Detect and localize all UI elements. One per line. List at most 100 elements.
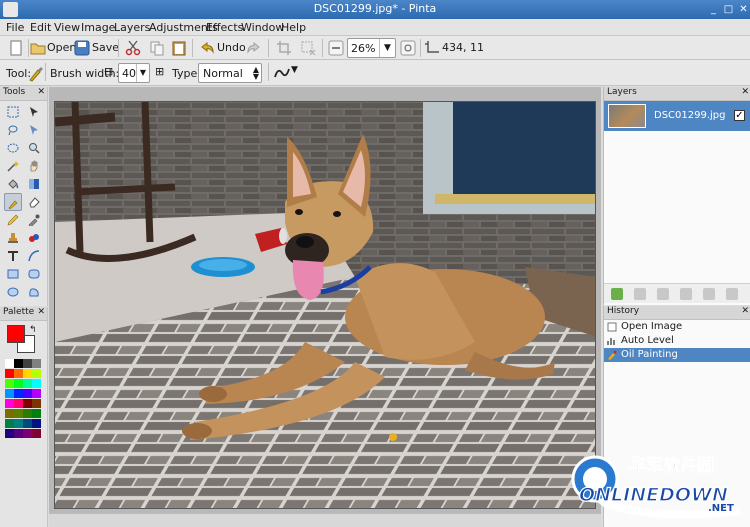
menu-help[interactable]: Help: [281, 21, 306, 34]
history-item[interactable]: Open Image: [604, 320, 750, 334]
primary-color-swatch[interactable]: [7, 325, 25, 343]
new-file-icon[interactable]: [8, 40, 24, 56]
pan-tool[interactable]: [25, 157, 43, 175]
brush-width-increase-icon[interactable]: ⊞: [155, 65, 164, 78]
palette-swatch[interactable]: [32, 409, 41, 418]
line-curve-tool[interactable]: [25, 247, 43, 265]
menu-effects[interactable]: Effects: [206, 21, 243, 34]
duplicate-layer-icon[interactable]: [657, 288, 669, 300]
redo-icon[interactable]: [246, 40, 262, 56]
rectangle-select-tool[interactable]: [4, 103, 22, 121]
palette-swatch[interactable]: [14, 379, 23, 388]
palette-swatch[interactable]: [5, 369, 14, 378]
history-item[interactable]: Auto Level: [604, 334, 750, 348]
save-button[interactable]: Save: [92, 41, 119, 54]
freeform-shape-tool[interactable]: [25, 283, 43, 301]
palette-swatch[interactable]: [5, 399, 14, 408]
palette-swatch[interactable]: [5, 409, 14, 418]
antialiasing-icon[interactable]: [274, 65, 290, 81]
pencil-tool[interactable]: [4, 211, 22, 229]
undo-icon[interactable]: [199, 40, 215, 56]
brush-width-combobox[interactable]: 40 ▼: [118, 63, 150, 83]
palette-swatch[interactable]: [14, 359, 23, 368]
palette-swatch[interactable]: [23, 429, 32, 438]
close-icon[interactable]: ✕: [37, 87, 45, 97]
undo-button[interactable]: Undo: [217, 41, 246, 54]
rectangle-tool[interactable]: [4, 265, 22, 283]
brush-type-combobox[interactable]: Normal ▲ ▼: [198, 63, 262, 83]
close-icon[interactable]: ✕: [737, 3, 750, 16]
zoom-in-icon[interactable]: [400, 40, 416, 56]
palette-swatch[interactable]: [23, 409, 32, 418]
chevron-down-icon[interactable]: ▼: [291, 65, 298, 75]
ellipse-tool[interactable]: [4, 283, 22, 301]
paste-icon[interactable]: [171, 40, 187, 56]
palette-swatch[interactable]: [32, 379, 41, 388]
recolor-tool[interactable]: [25, 229, 43, 247]
save-icon[interactable]: [74, 40, 90, 56]
zoom-out-icon[interactable]: [328, 40, 344, 56]
magic-wand-tool[interactable]: [4, 157, 22, 175]
move-selected-tool[interactable]: [25, 103, 43, 121]
palette-swatch[interactable]: [32, 389, 41, 398]
close-icon[interactable]: ✕: [741, 306, 749, 316]
paint-bucket-tool[interactable]: [4, 175, 22, 193]
cut-icon[interactable]: [125, 40, 141, 56]
copy-icon[interactable]: [149, 40, 165, 56]
text-tool[interactable]: [4, 247, 22, 265]
move-layer-up-icon[interactable]: [703, 288, 715, 300]
palette-swatch[interactable]: [5, 379, 14, 388]
canvas-area[interactable]: [49, 87, 601, 513]
color-picker-tool[interactable]: [25, 211, 43, 229]
menu-edit[interactable]: Edit: [30, 21, 51, 34]
palette-swatch[interactable]: [14, 409, 23, 418]
chevron-down-icon[interactable]: ▼: [379, 39, 395, 57]
layer-visibility-checkbox[interactable]: ✓: [734, 110, 745, 121]
add-layer-icon[interactable]: [611, 288, 623, 300]
palette-swatch[interactable]: [23, 389, 32, 398]
rounded-rectangle-tool[interactable]: [25, 265, 43, 283]
chevron-down-icon[interactable]: ▼: [136, 64, 149, 82]
palette-swatch[interactable]: [32, 399, 41, 408]
palette-swatch[interactable]: [32, 419, 41, 428]
swap-colors-icon[interactable]: ↰: [29, 325, 37, 335]
menu-window[interactable]: Window: [241, 21, 284, 34]
palette-swatch[interactable]: [23, 419, 32, 428]
history-item-selected[interactable]: Oil Painting: [604, 348, 750, 362]
palette-swatch[interactable]: [23, 399, 32, 408]
palette-swatch[interactable]: [14, 399, 23, 408]
palette-swatch[interactable]: [32, 359, 41, 368]
palette-swatch[interactable]: [14, 419, 23, 428]
horizontal-scrollbar[interactable]: [49, 513, 601, 527]
palette-swatch[interactable]: [14, 369, 23, 378]
palette-swatch[interactable]: [5, 359, 14, 368]
open-button[interactable]: Open: [47, 41, 76, 54]
clone-stamp-tool[interactable]: [4, 229, 22, 247]
palette-swatch[interactable]: [5, 419, 14, 428]
palette-swatch[interactable]: [32, 369, 41, 378]
ellipse-select-tool[interactable]: [4, 139, 22, 157]
spin-arrows-icon[interactable]: ▲ ▼: [253, 66, 259, 81]
palette-swatch[interactable]: [5, 429, 14, 438]
gradient-tool[interactable]: [25, 175, 43, 193]
palette-swatch[interactable]: [23, 379, 32, 388]
deselect-icon[interactable]: [300, 40, 316, 56]
palette-swatch[interactable]: [14, 389, 23, 398]
close-icon[interactable]: ✕: [741, 87, 749, 97]
palette-swatch[interactable]: [14, 429, 23, 438]
image-canvas[interactable]: [54, 101, 596, 509]
zoom-tool[interactable]: [25, 139, 43, 157]
menu-file[interactable]: File: [6, 21, 24, 34]
menu-layers[interactable]: Layers: [114, 21, 150, 34]
merge-layer-down-icon[interactable]: [680, 288, 692, 300]
palette-swatch[interactable]: [23, 359, 32, 368]
close-icon[interactable]: ✕: [37, 307, 45, 317]
zoom-combobox[interactable]: 26% ▼: [347, 38, 396, 58]
layer-item[interactable]: DSC01299.jpg ✓: [604, 101, 750, 131]
crop-icon[interactable]: [276, 40, 292, 56]
menu-image[interactable]: Image: [81, 21, 115, 34]
minimize-icon[interactable]: _: [707, 3, 720, 16]
move-selection-tool[interactable]: [25, 121, 43, 139]
move-layer-down-icon[interactable]: [726, 288, 738, 300]
palette-swatch[interactable]: [23, 369, 32, 378]
